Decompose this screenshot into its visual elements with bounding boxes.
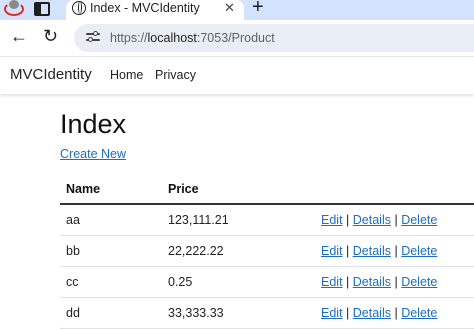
delete-link[interactable]: Delete: [401, 213, 437, 227]
delete-link[interactable]: Delete: [401, 306, 437, 320]
new-tab-icon[interactable]: +: [252, 0, 264, 17]
page-title: Index: [60, 109, 127, 139]
delete-link[interactable]: Delete: [401, 244, 437, 258]
column-header-name: Name: [66, 182, 101, 196]
column-header-price: Price: [168, 182, 199, 196]
table-row: aa 123,111.21 Edit | Details | Delete: [60, 205, 474, 236]
action-separator: |: [346, 275, 350, 289]
active-tab[interactable]: Index - MVCIdentity ✕: [66, 0, 244, 20]
browser-tab-strip: Index - MVCIdentity ✕ +: [0, 0, 474, 20]
details-link[interactable]: Details: [353, 244, 391, 258]
edit-link[interactable]: Edit: [321, 275, 343, 289]
row-actions: Edit | Details | Delete: [321, 212, 437, 228]
row-actions: Edit | Details | Delete: [321, 274, 437, 290]
url-scheme: https://: [110, 31, 148, 45]
close-tab-icon[interactable]: ✕: [224, 0, 235, 16]
edit-link[interactable]: Edit: [321, 306, 343, 320]
url-host: localhost: [147, 31, 197, 45]
action-separator: |: [394, 213, 398, 227]
row-actions: Edit | Details | Delete: [321, 305, 437, 321]
browser-toolbar: ← ↻ https://localhost:7053/Product: [0, 20, 474, 56]
action-separator: |: [394, 306, 398, 320]
create-new-link[interactable]: Create New: [60, 146, 126, 162]
nav-link-privacy[interactable]: Privacy: [155, 66, 196, 84]
product-name: aa: [66, 213, 80, 227]
table-row: dd 33,333.33 Edit | Details | Delete: [60, 298, 474, 329]
product-price: 123,111.21: [168, 213, 229, 227]
delete-link[interactable]: Delete: [401, 275, 437, 289]
action-separator: |: [346, 213, 350, 227]
edit-link[interactable]: Edit: [321, 213, 343, 227]
action-separator: |: [346, 306, 350, 320]
tab-title: Index - MVCIdentity: [90, 1, 200, 15]
product-price: 22,222.22: [168, 244, 224, 258]
table-row: bb 22,222.22 Edit | Details | Delete: [60, 236, 474, 267]
row-actions: Edit | Details | Delete: [321, 243, 437, 259]
table-header: Name Price: [60, 172, 474, 205]
globe-icon: [72, 1, 86, 15]
table-row: cc 0.25 Edit | Details | Delete: [60, 267, 474, 298]
action-separator: |: [346, 244, 350, 258]
product-price: 0.25: [168, 275, 193, 289]
url-text[interactable]: https://localhost:7053/Product: [110, 30, 275, 46]
brand-link[interactable]: MVCIdentity: [10, 65, 92, 85]
action-separator: |: [394, 275, 398, 289]
url-path: :7053/Product: [196, 31, 275, 45]
details-link[interactable]: Details: [353, 306, 391, 320]
site-info-icon[interactable]: [86, 31, 100, 44]
product-price: 33,333.33: [168, 306, 224, 320]
edit-link[interactable]: Edit: [321, 244, 343, 258]
product-name: bb: [66, 244, 80, 258]
profile-avatar-icon[interactable]: [4, 0, 24, 16]
reload-icon[interactable]: ↻: [43, 25, 58, 47]
tab-actions-icon[interactable]: [34, 2, 50, 16]
address-bar[interactable]: https://localhost:7053/Product: [74, 24, 474, 52]
action-separator: |: [394, 244, 398, 258]
details-link[interactable]: Details: [353, 213, 391, 227]
app-navbar: MVCIdentity Home Privacy: [0, 56, 474, 94]
back-icon[interactable]: ←: [10, 25, 28, 47]
nav-link-home[interactable]: Home: [110, 66, 143, 84]
details-link[interactable]: Details: [353, 275, 391, 289]
product-table: Name Price aa 123,111.21 Edit | Details …: [60, 172, 474, 329]
product-name: cc: [66, 275, 79, 289]
product-name: dd: [66, 306, 80, 320]
